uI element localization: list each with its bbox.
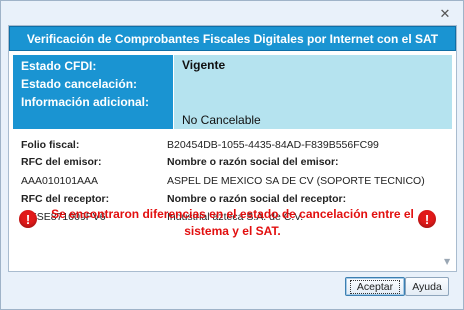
informacion-adicional-value: No Cancelable — [182, 113, 261, 127]
nombre-emisor-value: ASPEL DE MEXICO SA DE CV (SOPORTE TECNIC… — [167, 175, 425, 187]
dialog-window: ✕ Verificación de Comprobantes Fiscales … — [0, 0, 464, 310]
folio-value: B20454DB-1055-4435-84AD-F839B556FC99 — [167, 139, 379, 151]
warning-text: Se encontraron diferencias en el estado … — [51, 207, 414, 238]
estado-cfdi-value: Vigente — [182, 58, 226, 72]
error-icon: ! — [19, 210, 37, 228]
informacion-adicional-label: Información adicional: — [21, 95, 150, 109]
close-icon[interactable]: ✕ — [435, 5, 455, 23]
rfc-emisor-label: RFC del emisor: — [21, 156, 102, 168]
status-labels: Estado CFDI: Estado cancelación: Informa… — [13, 55, 173, 129]
estado-cfdi-label: Estado CFDI: — [21, 59, 97, 73]
page-title: Verificación de Comprobantes Fiscales Di… — [9, 26, 456, 51]
nombre-emisor-label: Nombre o razón social del emisor: — [167, 156, 339, 168]
rfc-emisor-value: AAA010101AAA — [21, 175, 99, 187]
status-values: Vigente No Cancelable — [174, 55, 452, 129]
help-button-label: Ayuda — [412, 280, 442, 293]
error-icon: ! — [418, 210, 436, 228]
scroll-down-icon[interactable]: ▼ — [444, 257, 454, 267]
accept-button[interactable]: Aceptar — [345, 277, 405, 296]
help-button[interactable]: Ayuda — [405, 277, 449, 296]
warning-message: ! Se encontraron diferencias en el estad… — [9, 204, 456, 244]
verification-panel: Verificación de Comprobantes Fiscales Di… — [8, 25, 457, 272]
accept-button-label: Aceptar — [349, 279, 401, 294]
status-block: Estado CFDI: Estado cancelación: Informa… — [13, 55, 452, 129]
folio-label: Folio fiscal: — [21, 139, 80, 151]
estado-cancelacion-label: Estado cancelación: — [21, 77, 138, 91]
